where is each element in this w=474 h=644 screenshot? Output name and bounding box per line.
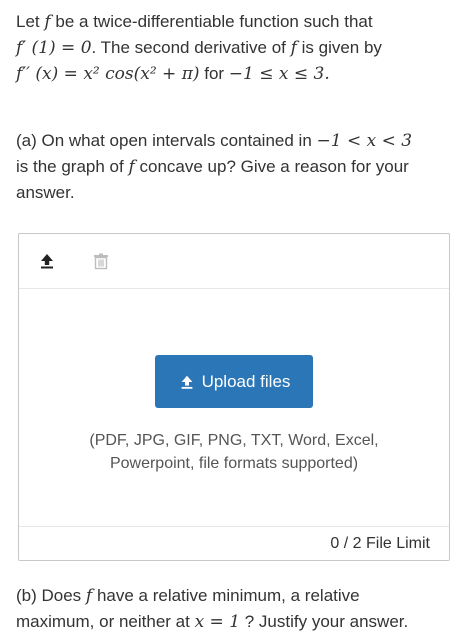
formats-line-2: Powerpoint, file formats supported) <box>109 455 359 472</box>
intro-text-5: for <box>199 64 229 83</box>
first-derivative-condition: f′ (1) = 0 <box>16 38 92 58</box>
upload-files-button[interactable]: Upload files <box>155 355 313 408</box>
x-equals-one: x = 1 <box>194 612 241 632</box>
file-limit-bar: 0 / 2 File Limit <box>19 526 449 560</box>
file-limit-counter: 0 / 2 File Limit <box>330 535 430 552</box>
upload-toolbar <box>19 234 449 289</box>
supported-formats-note: (PDF, JPG, GIF, PNG, TXT, Word, Excel, P… <box>19 429 449 475</box>
intro-text-2: be a twice-differentiable function such … <box>50 12 373 31</box>
domain-inequality: −1 ≤ x ≤ 3. <box>228 64 330 84</box>
part-b-text-1: (b) Does <box>16 586 86 605</box>
trash-icon[interactable] <box>91 251 111 271</box>
upload-icon[interactable] <box>37 251 57 271</box>
part-a-text-1: (a) On what open intervals contained in <box>16 131 317 150</box>
part-b-text: (b) Does f have a relative minimum, a re… <box>16 583 460 635</box>
intro-text-1: Let <box>16 12 45 31</box>
part-b-text-3: maximum, or neither at <box>16 612 195 631</box>
part-a-text: (a) On what open intervals contained in … <box>16 128 460 205</box>
question-part-a: (a) On what open intervals contained in … <box>16 128 460 205</box>
intro-text-3: . The second derivative of <box>91 38 291 57</box>
part-b-text-2: have a relative minimum, a relative <box>92 586 360 605</box>
part-a-text-3: concave up? Give a reason for your <box>134 157 409 176</box>
open-interval: −1 < x < 3 <box>316 131 413 151</box>
upload-icon <box>181 375 192 389</box>
file-upload-panel: Upload files (PDF, JPG, GIF, PNG, TXT, W… <box>18 233 450 561</box>
formats-line-1: (PDF, JPG, GIF, PNG, TXT, Word, Excel, <box>89 432 379 449</box>
part-a-text-4: answer. <box>16 183 75 202</box>
problem-intro: Let f be a twice-differentiable function… <box>16 9 460 87</box>
part-b-text-4: ? Justify your answer. <box>240 612 409 631</box>
intro-text-4: is given by <box>296 38 382 57</box>
second-derivative-formula: f′′ (x) = x² cos(x² + π) <box>16 64 200 84</box>
part-a-text-2: is the graph of <box>16 157 129 176</box>
upload-button-label: Upload files <box>201 372 291 391</box>
intro-text: Let f be a twice-differentiable function… <box>16 9 460 87</box>
question-part-b: (b) Does f have a relative minimum, a re… <box>16 583 460 635</box>
